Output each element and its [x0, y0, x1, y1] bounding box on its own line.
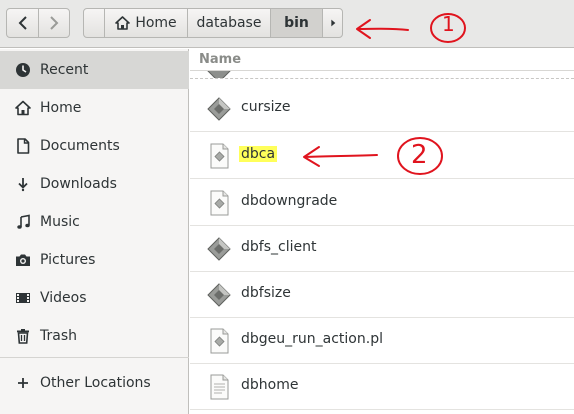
sidebar-item-downloads[interactable]: Downloads: [0, 165, 189, 203]
script-icon: [205, 327, 233, 355]
list-item[interactable]: dbca: [190, 133, 574, 179]
list-item-partial[interactable]: [190, 71, 574, 79]
home-icon: [115, 16, 131, 30]
executable-icon: [205, 71, 233, 78]
sidebar-item-home[interactable]: Home: [0, 89, 189, 127]
list-item[interactable]: dbfs_client: [190, 226, 574, 272]
column-header-label: Name: [199, 52, 242, 67]
list-item[interactable]: dbhome: [190, 364, 574, 410]
download-icon: [15, 176, 31, 192]
home-icon: [15, 100, 31, 116]
script-icon: [205, 142, 233, 170]
plus-icon: [15, 375, 31, 391]
sidebar-item-recent[interactable]: Recent: [0, 51, 189, 89]
file-name: cursize: [241, 99, 291, 115]
column-header-name[interactable]: Name: [190, 49, 574, 71]
path-scroll-right-button[interactable]: [322, 9, 342, 37]
file-name: dbgeu_run_action.pl: [241, 331, 383, 347]
file-list: Name cursize dbca dbdowngrade dbfs_clien…: [190, 49, 574, 414]
sidebar-item-label: Home: [40, 100, 82, 116]
sidebar-item-label: Recent: [40, 62, 89, 78]
sidebar-item-label: Music: [40, 214, 80, 230]
sidebar-item-pictures[interactable]: Pictures: [0, 241, 189, 279]
list-item[interactable]: cursize: [190, 86, 574, 132]
sidebar-item-label: Pictures: [40, 252, 96, 268]
crumb-bin[interactable]: bin: [270, 9, 322, 37]
text-file-icon: [205, 373, 233, 401]
header-bar: Home database bin: [0, 0, 574, 48]
path-scroll-left-button[interactable]: [84, 9, 104, 37]
crumb-home-label: Home: [135, 15, 177, 31]
list-item[interactable]: dbfsize: [190, 272, 574, 318]
file-name-highlighted: dbca: [239, 146, 278, 162]
history-nav: [6, 8, 70, 38]
sidebar-item-documents[interactable]: Documents: [0, 127, 189, 165]
sidebar-item-label: Other Locations: [40, 375, 151, 391]
back-button[interactable]: [7, 9, 38, 37]
list-item[interactable]: dbgeu_run_action.pl: [190, 318, 574, 364]
sidebar-item-label: Trash: [40, 328, 77, 344]
path-bar: Home database bin: [83, 8, 343, 38]
file-name: dbdowngrade: [241, 193, 338, 209]
video-icon: [15, 290, 31, 306]
sidebar: Recent Home Documents Downloads Music Pi…: [0, 49, 189, 414]
music-icon: [15, 214, 31, 230]
sidebar-item-label: Downloads: [40, 176, 117, 192]
sidebar-item-videos[interactable]: Videos: [0, 279, 189, 317]
camera-icon: [15, 252, 31, 268]
script-icon: [205, 189, 233, 217]
crumb-home[interactable]: Home: [104, 9, 187, 37]
file-name: dbfsize: [241, 285, 291, 301]
clock-icon: [15, 62, 31, 78]
chevron-left-icon: [18, 16, 27, 30]
crumb-database[interactable]: database: [187, 9, 270, 37]
sidebar-item-music[interactable]: Music: [0, 203, 189, 241]
document-icon: [15, 138, 31, 154]
trash-icon: [15, 328, 31, 344]
executable-icon: [205, 281, 233, 309]
sidebar-item-trash[interactable]: Trash: [0, 317, 189, 355]
sidebar-divider: [0, 357, 189, 358]
sidebar-item-label: Videos: [40, 290, 87, 306]
chevron-right-icon: [50, 16, 59, 30]
chevron-right-icon: [330, 19, 335, 27]
file-name: dbhome: [241, 377, 299, 393]
file-name: dbfs_client: [241, 239, 317, 255]
sidebar-item-other-locations[interactable]: Other Locations: [0, 364, 189, 402]
sidebar-item-label: Documents: [40, 138, 120, 154]
executable-icon: [205, 235, 233, 263]
list-item[interactable]: dbdowngrade: [190, 180, 574, 226]
executable-icon: [205, 95, 233, 123]
forward-button[interactable]: [38, 9, 69, 37]
